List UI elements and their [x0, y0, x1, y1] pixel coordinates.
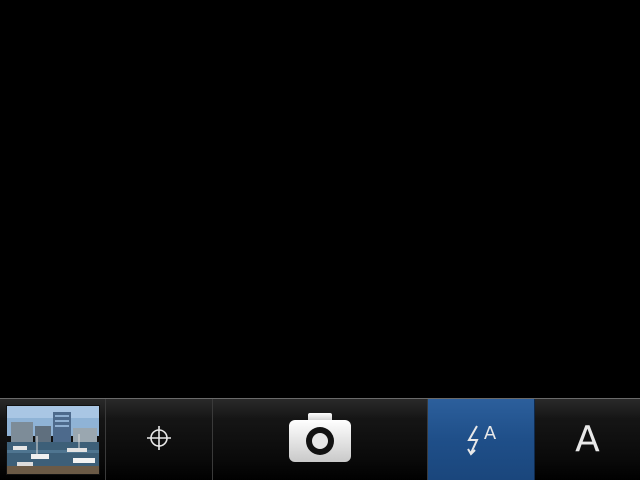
viewfinder[interactable] — [0, 0, 640, 398]
gallery-thumbnail-button[interactable] — [0, 399, 106, 480]
scene-mode-button[interactable]: A — [535, 399, 640, 480]
shutter-button[interactable] — [213, 399, 428, 480]
gallery-thumbnail-icon — [5, 404, 100, 475]
camera-toolbar: A A — [0, 398, 640, 480]
camera-app: A A — [0, 0, 640, 480]
scene-mode-label: A — [575, 418, 600, 460]
crosshair-icon — [146, 425, 172, 455]
flash-auto-icon: A — [466, 423, 496, 457]
flash-mode-label: A — [483, 422, 497, 444]
focus-button[interactable] — [106, 399, 213, 480]
camera-icon — [288, 412, 352, 467]
flash-auto-button[interactable]: A — [428, 399, 535, 480]
